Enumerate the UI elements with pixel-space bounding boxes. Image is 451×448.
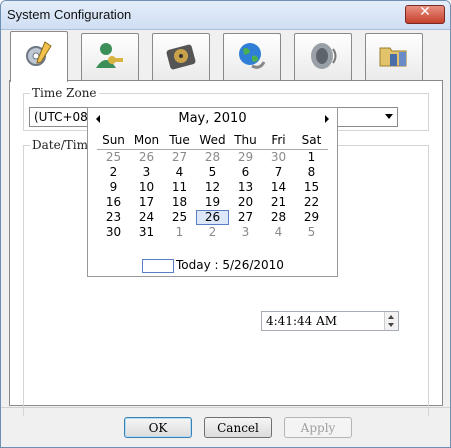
- close-icon: ✕: [419, 4, 431, 20]
- calendar-day[interactable]: 28: [262, 210, 295, 225]
- weekday-label: Sun: [102, 133, 125, 147]
- time-picker[interactable]: 4:41:44 AM: [261, 311, 399, 331]
- cancel-button[interactable]: Cancel: [204, 417, 272, 438]
- month-calendar: May, 2010 Sun Mon Tue Wed Thu Fri Sat 25 26 27 28…: [87, 107, 338, 277]
- hard-disk-icon: [166, 44, 196, 70]
- calendar-day[interactable]: 15: [295, 180, 328, 195]
- calendar-day[interactable]: 4: [163, 165, 196, 180]
- calendar-day[interactable]: 1: [295, 150, 328, 165]
- calendar-day[interactable]: 23: [97, 210, 130, 225]
- calendar-day[interactable]: 29: [295, 210, 328, 225]
- calendar-day[interactable]: 8: [295, 165, 328, 180]
- calendar-day[interactable]: 2: [196, 225, 229, 240]
- window-title: System Configuration: [7, 7, 132, 22]
- calendar-grid: Sun Mon Tue Wed Thu Fri Sat 25 26 27 28 29 30 1 2 3 4 5 6…: [97, 131, 328, 240]
- weekday-label: Fri: [271, 133, 286, 147]
- tab-users[interactable]: [81, 33, 139, 80]
- weekday-label: Tue: [169, 133, 190, 147]
- user-key-icon: [96, 43, 123, 68]
- folder-computer-icon: [379, 47, 407, 67]
- calendar-day[interactable]: 28: [196, 150, 229, 165]
- time-value: 4:41:44 AM: [266, 314, 338, 328]
- today-label: Today : 5/26/2010: [176, 258, 284, 272]
- calendar-week-row: 9 10 11 12 13 14 15: [97, 180, 328, 195]
- calendar-day[interactable]: 27: [229, 210, 262, 225]
- calendar-day[interactable]: 1: [163, 225, 196, 240]
- calendar-day[interactable]: 29: [229, 150, 262, 165]
- calendar-day[interactable]: 30: [97, 225, 130, 240]
- title-bar[interactable]: System Configuration ✕: [1, 1, 450, 30]
- footer-divider: [1, 407, 450, 408]
- next-month-icon[interactable]: [325, 115, 329, 123]
- tab-network[interactable]: [223, 33, 281, 80]
- calendar-day[interactable]: 31: [130, 225, 163, 240]
- calendar-week-row: 25 26 27 28 29 30 1: [97, 150, 328, 165]
- tab-storage[interactable]: [152, 33, 210, 80]
- calendar-day[interactable]: 24: [130, 210, 163, 225]
- calendar-day[interactable]: 25: [163, 210, 196, 225]
- weekday-label: Thu: [234, 133, 257, 147]
- today-marker-icon: [142, 258, 174, 273]
- spin-up-icon[interactable]: [388, 315, 394, 319]
- today-link[interactable]: Today : 5/26/2010: [142, 258, 284, 273]
- weekday-label: Wed: [199, 133, 226, 147]
- system-configuration-window: System Configuration ✕ Time Zone (UTC+08…: [0, 0, 451, 448]
- calendar-day[interactable]: 27: [163, 150, 196, 165]
- calendar-day[interactable]: 7: [262, 165, 295, 180]
- time-zone-label: Time Zone: [30, 86, 99, 100]
- calendar-day[interactable]: 22: [295, 195, 328, 210]
- calendar-day[interactable]: 3: [229, 225, 262, 240]
- calendar-day[interactable]: 14: [262, 180, 295, 195]
- calendar-week-row: 30 31 1 2 3 4 5: [97, 225, 328, 240]
- calendar-day[interactable]: 6: [229, 165, 262, 180]
- time-spinner[interactable]: [384, 312, 398, 330]
- close-button[interactable]: ✕: [405, 4, 445, 24]
- calendar-day[interactable]: 26: [130, 150, 163, 165]
- calendar-day-selected[interactable]: 26: [196, 210, 229, 225]
- spin-down-icon[interactable]: [388, 323, 394, 327]
- apply-button[interactable]: Apply: [284, 417, 352, 438]
- calendar-day[interactable]: 10: [130, 180, 163, 195]
- calendar-day[interactable]: 3: [130, 165, 163, 180]
- tab-strip: [9, 31, 442, 82]
- calendar-day[interactable]: 18: [163, 195, 196, 210]
- weekday-label: Sat: [301, 133, 322, 147]
- calendar-day[interactable]: 20: [229, 195, 262, 210]
- weekday-label: Mon: [133, 133, 160, 147]
- calendar-day[interactable]: 5: [196, 165, 229, 180]
- calendar-week-row: 16 17 18 19 20 21 22: [97, 195, 328, 210]
- calendar-day[interactable]: 30: [262, 150, 295, 165]
- calendar-day[interactable]: 11: [163, 180, 196, 195]
- calendar-week-row: 23 24 25 26 27 28 29: [97, 210, 328, 225]
- calendar-days: 25 26 27 28 29 30 1 2 3 4 5 6 7 8 9 10 11 12 13 14 15 16 17 18 1…: [97, 150, 328, 240]
- gear-pencil-icon: [26, 41, 52, 66]
- calendar-day[interactable]: 16: [97, 195, 130, 210]
- calendar-day[interactable]: 12: [196, 180, 229, 195]
- calendar-day[interactable]: 5: [295, 225, 328, 240]
- tab-system[interactable]: [365, 33, 423, 80]
- calendar-day[interactable]: 25: [97, 150, 130, 165]
- globe-icon: [239, 43, 266, 69]
- calendar-day[interactable]: 17: [130, 195, 163, 210]
- chevron-down-icon[interactable]: [385, 114, 393, 119]
- tab-audio[interactable]: [294, 33, 352, 80]
- speaker-icon: [311, 43, 337, 69]
- calendar-day[interactable]: 13: [229, 180, 262, 195]
- weekday-header: Sun Mon Tue Wed Thu Fri Sat: [97, 131, 328, 150]
- calendar-day[interactable]: 4: [262, 225, 295, 240]
- calendar-month-label[interactable]: May, 2010: [88, 111, 337, 126]
- tab-settings[interactable]: [10, 31, 68, 82]
- calendar-day[interactable]: 19: [196, 195, 229, 210]
- calendar-day[interactable]: 2: [97, 165, 130, 180]
- calendar-week-row: 2345678: [97, 165, 328, 180]
- calendar-day[interactable]: 9: [97, 180, 130, 195]
- calendar-day[interactable]: 21: [262, 195, 295, 210]
- ok-button[interactable]: OK: [124, 417, 192, 438]
